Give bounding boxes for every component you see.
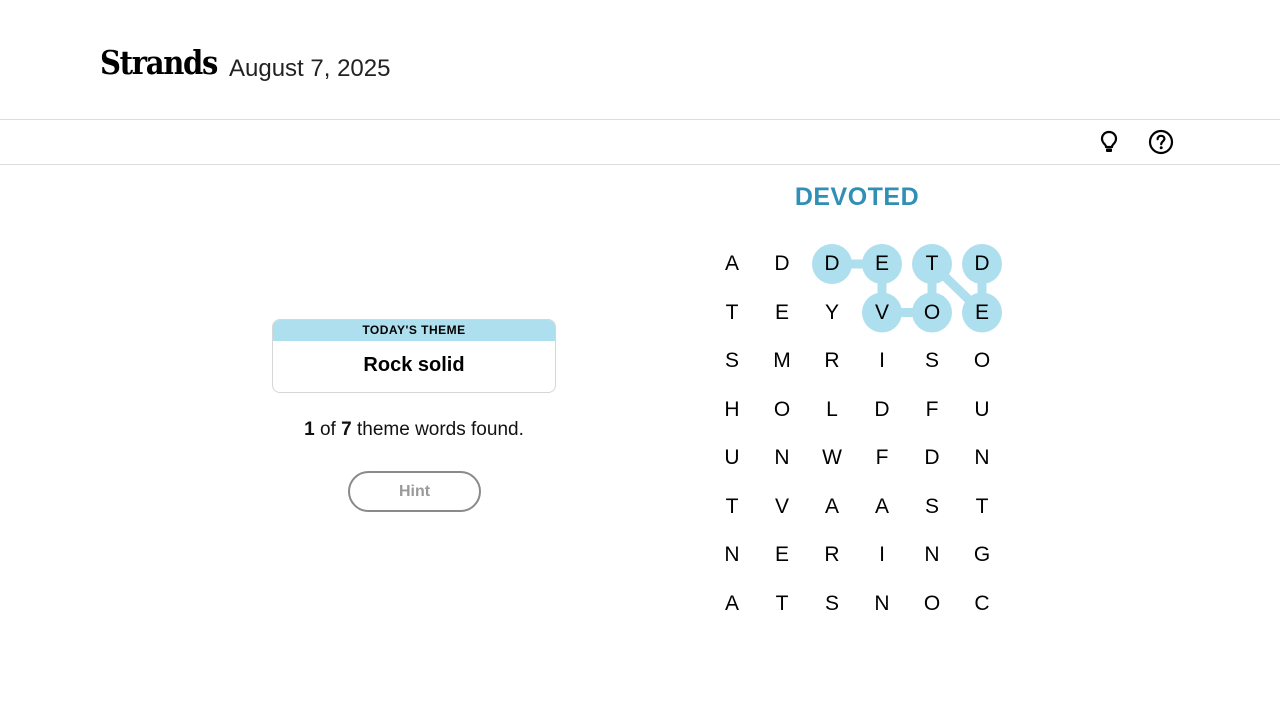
grid-letter[interactable]: S bbox=[912, 341, 952, 381]
grid-letter[interactable]: T bbox=[712, 487, 752, 527]
grid-letter[interactable]: D bbox=[912, 438, 952, 478]
grid-letter[interactable]: A bbox=[712, 584, 752, 624]
grid-letter[interactable]: F bbox=[912, 390, 952, 430]
lightbulb-icon[interactable] bbox=[1096, 129, 1122, 155]
grid-letter[interactable]: N bbox=[862, 584, 902, 624]
total-count: 7 bbox=[341, 419, 352, 440]
grid-letter[interactable]: F bbox=[862, 438, 902, 478]
found-count: 1 bbox=[304, 419, 315, 440]
grid-letter[interactable]: A bbox=[862, 487, 902, 527]
grid-letter[interactable]: O bbox=[962, 341, 1002, 381]
grid-letter[interactable]: A bbox=[712, 244, 752, 284]
grid-letter[interactable]: L bbox=[812, 390, 852, 430]
grid-letter[interactable]: T bbox=[962, 487, 1002, 527]
grid-letter[interactable]: G bbox=[962, 535, 1002, 575]
grid-letter[interactable]: R bbox=[812, 535, 852, 575]
grid-letter[interactable]: N bbox=[762, 438, 802, 478]
grid-letter[interactable]: N bbox=[962, 438, 1002, 478]
theme-card: TODAY'S THEME Rock solid bbox=[272, 319, 556, 393]
progress-text: 1 of 7 theme words found. bbox=[272, 419, 556, 441]
help-icon[interactable] bbox=[1148, 129, 1174, 155]
grid-letter[interactable]: U bbox=[712, 438, 752, 478]
grid-letter[interactable]: O bbox=[762, 390, 802, 430]
grid-letter[interactable]: R bbox=[812, 341, 852, 381]
grid-letter[interactable]: M bbox=[762, 341, 802, 381]
grid-letter[interactable]: T bbox=[762, 584, 802, 624]
strands-logo[interactable]: Strands bbox=[100, 46, 218, 79]
grid-letter[interactable]: N bbox=[912, 535, 952, 575]
puzzle-date: August 7, 2025 bbox=[229, 55, 391, 82]
grid-letter[interactable]: S bbox=[712, 341, 752, 381]
toolbar bbox=[0, 120, 1280, 165]
current-word: DEVOTED bbox=[794, 183, 920, 211]
grid-letter[interactable]: V bbox=[762, 487, 802, 527]
grid-letter[interactable]: E bbox=[762, 293, 802, 333]
grid-letter[interactable]: U bbox=[962, 390, 1002, 430]
grid-letter[interactable]: H bbox=[712, 390, 752, 430]
grid-letter[interactable]: E bbox=[762, 535, 802, 575]
grid-letter[interactable]: O bbox=[912, 584, 952, 624]
header: Strands August 7, 2025 bbox=[0, 0, 1280, 120]
theme-label: TODAY'S THEME bbox=[273, 320, 555, 341]
grid-letter[interactable]: V bbox=[862, 293, 902, 333]
grid-letter[interactable]: Y bbox=[812, 293, 852, 333]
grid-letter[interactable]: S bbox=[912, 487, 952, 527]
grid-letter[interactable]: D bbox=[962, 244, 1002, 284]
grid-letter[interactable]: D bbox=[812, 244, 852, 284]
grid-letter[interactable]: C bbox=[962, 584, 1002, 624]
hint-button[interactable]: Hint bbox=[348, 471, 481, 512]
grid-letter[interactable]: O bbox=[912, 293, 952, 333]
grid-letter[interactable]: D bbox=[862, 390, 902, 430]
grid-letter[interactable]: T bbox=[912, 244, 952, 284]
grid-letter[interactable]: E bbox=[962, 293, 1002, 333]
grid-letter[interactable]: W bbox=[812, 438, 852, 478]
grid-letter[interactable]: N bbox=[712, 535, 752, 575]
progress-suffix: theme words found. bbox=[356, 419, 524, 440]
progress-of: of bbox=[319, 419, 336, 440]
grid-letter[interactable]: D bbox=[762, 244, 802, 284]
grid-letter[interactable]: I bbox=[862, 535, 902, 575]
grid-letter[interactable]: A bbox=[812, 487, 852, 527]
grid-letter[interactable]: E bbox=[862, 244, 902, 284]
grid-letter[interactable]: S bbox=[812, 584, 852, 624]
grid-letter[interactable]: T bbox=[712, 293, 752, 333]
theme-text: Rock solid bbox=[363, 354, 465, 376]
grid-letter[interactable]: I bbox=[862, 341, 902, 381]
